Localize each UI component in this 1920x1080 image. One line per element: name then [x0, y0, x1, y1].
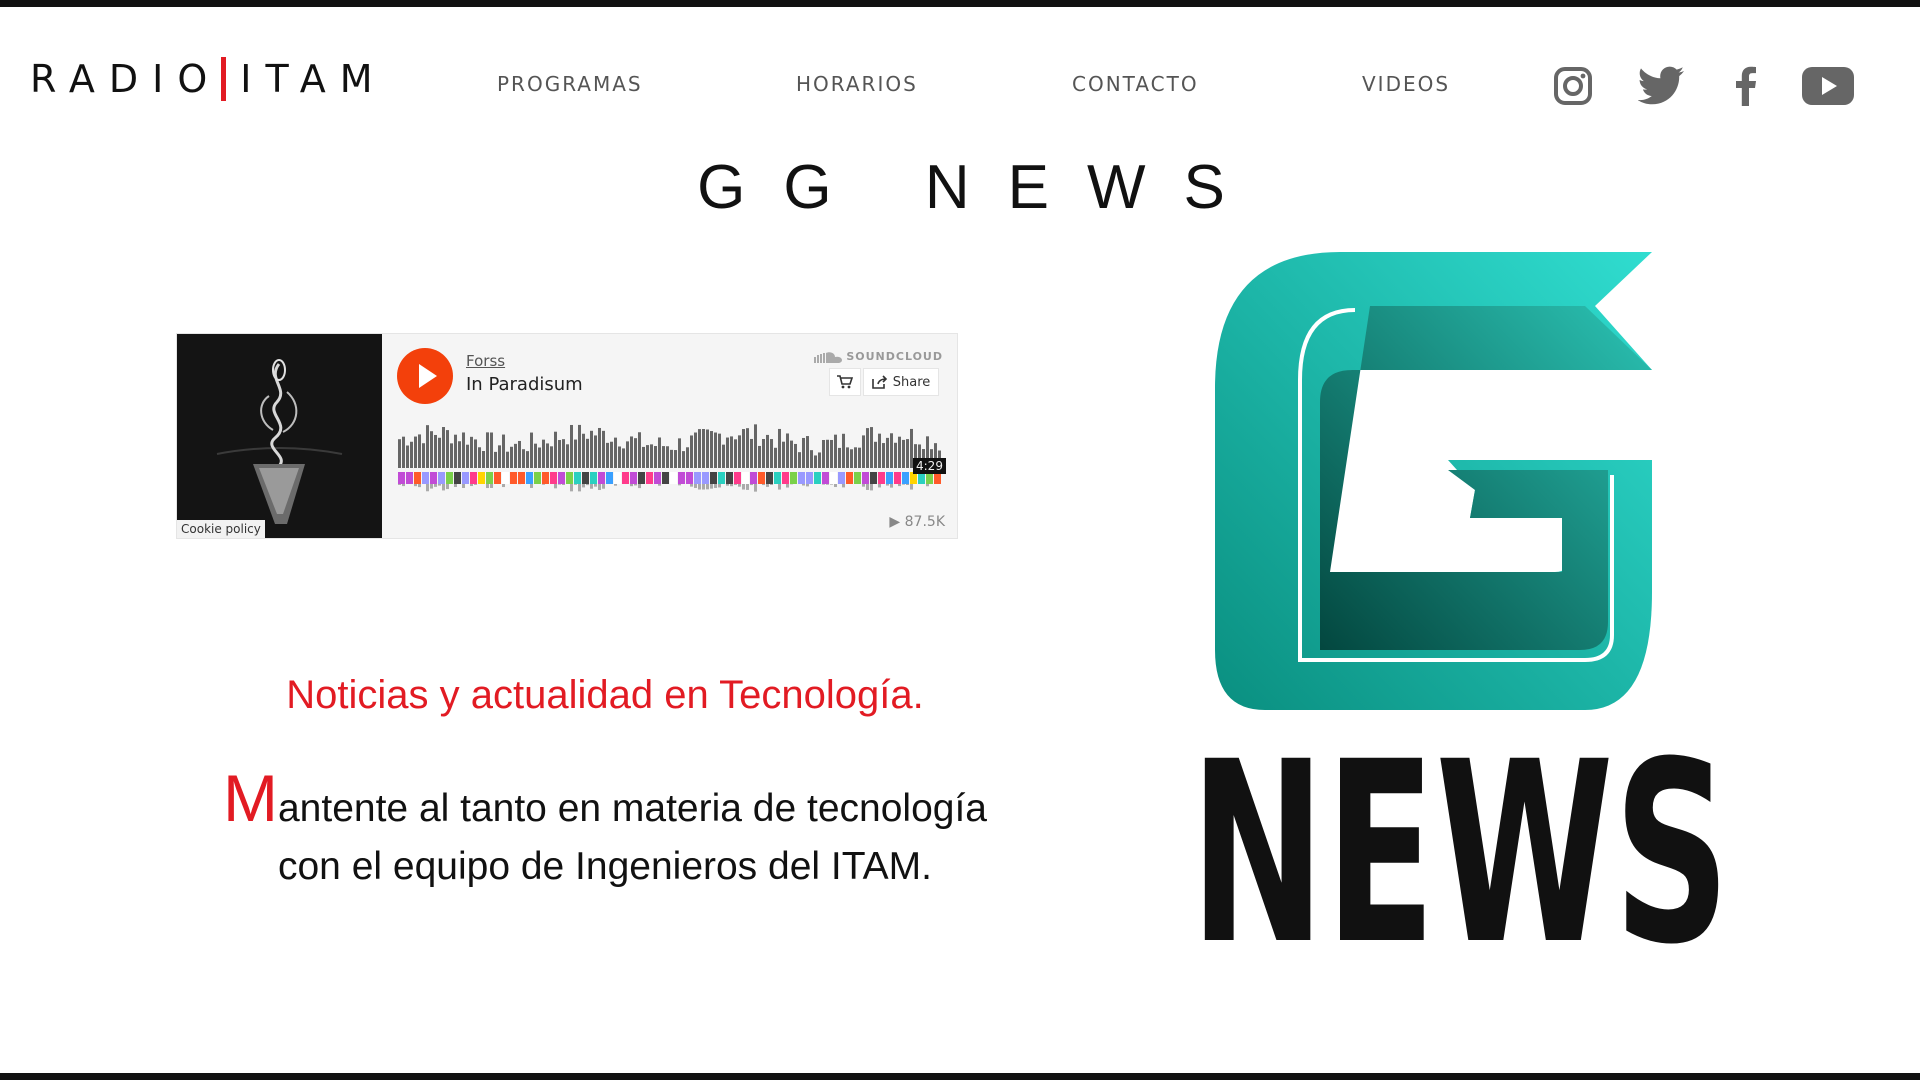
nav-horarios[interactable]: HORARIOS [796, 72, 918, 96]
track-title[interactable]: In Paradisum [466, 374, 583, 395]
nav-contacto[interactable]: CONTACTO [1072, 72, 1199, 96]
bottom-border [0, 1073, 1920, 1080]
share-icon [871, 375, 887, 389]
page-title: GG NEWS [697, 153, 1263, 222]
soundcloud-player[interactable]: Cookie policy Forss In Paradisum SOUNDCL… [176, 333, 958, 539]
share-button[interactable]: Share [863, 368, 939, 396]
nav-videos[interactable]: VIDEOS [1362, 72, 1450, 96]
logo-text-left: RADIO [30, 57, 222, 101]
logo-separator [221, 57, 227, 101]
radio-itam-logo[interactable]: RADIO ITAM [30, 56, 387, 102]
artist-link[interactable]: Forss [466, 352, 505, 370]
top-border [0, 0, 1920, 7]
soundcloud-label: SOUNDCLOUD [846, 350, 943, 363]
description-line-2: con el equipo de Ingenieros del ITAM. [277, 845, 932, 888]
logo-text-right: ITAM [240, 57, 387, 101]
description-line-1: antente al tanto en materia de tecnologí… [277, 787, 987, 830]
track-duration: 4:29 [913, 458, 946, 474]
dropcap: M [223, 761, 278, 835]
facebook-icon[interactable] [1730, 62, 1760, 110]
play-button[interactable] [397, 348, 453, 404]
cart-icon [837, 375, 853, 389]
description: Mantente al tanto en materia de tecnolog… [100, 765, 1110, 896]
tagline: Noticias y actualidad en Tecnología. [286, 673, 924, 717]
instagram-icon[interactable] [1550, 62, 1596, 110]
share-label: Share [892, 374, 931, 390]
cookie-policy-link[interactable]: Cookie policy [177, 520, 265, 538]
waveform[interactable] [398, 414, 943, 502]
album-artwork[interactable]: Cookie policy [177, 334, 382, 538]
soundcloud-brand[interactable]: SOUNDCLOUD [814, 350, 943, 363]
gg-news-logo: NEWS [1200, 252, 1730, 950]
youtube-icon[interactable] [1802, 62, 1854, 110]
nav-programas[interactable]: PROGRAMAS [497, 72, 643, 96]
play-count-value: 87.5K [904, 514, 945, 530]
logo-news-text: NEWS [1200, 708, 1730, 950]
buy-button[interactable] [829, 368, 861, 396]
soundcloud-cloud-icon [814, 351, 843, 363]
twitter-icon[interactable] [1636, 62, 1688, 110]
play-count: ▶ 87.5K [889, 514, 945, 530]
